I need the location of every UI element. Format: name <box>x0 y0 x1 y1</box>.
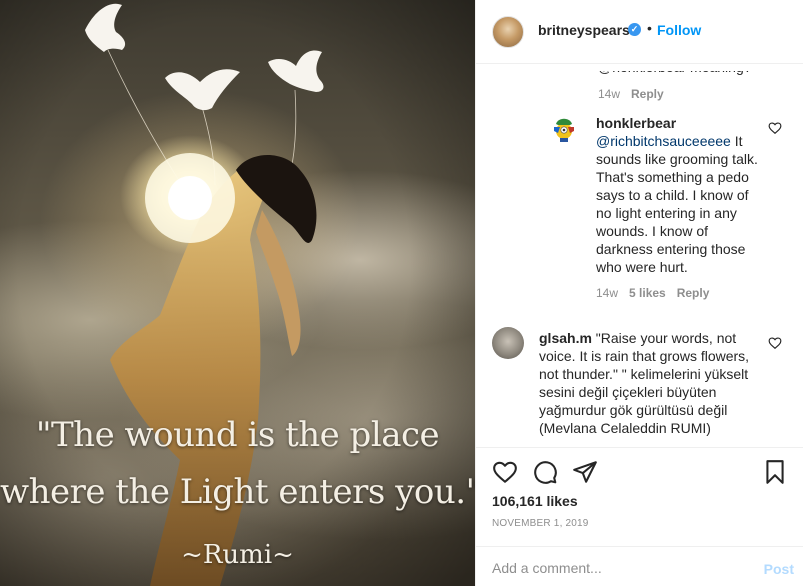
reply-button[interactable]: Reply <box>677 286 710 300</box>
comment-input[interactable] <box>492 557 742 579</box>
add-comment-bar: Post <box>476 546 803 586</box>
share-icon[interactable] <box>572 459 598 485</box>
post-button[interactable]: Post <box>764 561 794 577</box>
post-header: britneyspears ✓ • Follow <box>476 0 803 64</box>
comment-icon[interactable] <box>532 459 558 485</box>
comment-age: 14w <box>598 87 621 101</box>
comment-text: glsah.m "Raise your words, not voice. It… <box>539 329 764 437</box>
verified-badge-icon: ✓ <box>628 23 641 36</box>
post-date[interactable]: NOVEMBER 1, 2019 <box>492 518 589 529</box>
comment-text: @richbitchsauceeeee It sounds like groom… <box>596 132 766 276</box>
header-separator: • <box>647 20 652 36</box>
quote-author: ~Rumi~ <box>181 540 294 570</box>
avatar[interactable] <box>492 327 524 359</box>
partial-comment-meta: 14w Reply <box>598 87 675 101</box>
quote-line-1: "The wound is the place <box>35 415 440 455</box>
header-username[interactable]: britneyspears <box>538 22 630 38</box>
avatar[interactable] <box>548 113 580 145</box>
post-side-panel: britneyspears ✓ • Follow @honklerbear me… <box>475 0 803 586</box>
reply-button[interactable]: Reply <box>631 87 664 101</box>
avatar[interactable] <box>492 16 524 48</box>
comment-likes[interactable]: 5 likes <box>629 286 666 300</box>
like-comment-heart-icon[interactable] <box>768 336 782 350</box>
comment-body: It sounds like grooming talk. That's som… <box>596 133 758 275</box>
bookmark-icon[interactable] <box>762 459 788 485</box>
likes-count[interactable]: 106,161 likes <box>492 493 578 509</box>
partial-comment-text: @honklerbear meaning? <box>598 65 752 75</box>
follow-button[interactable]: Follow <box>657 22 701 38</box>
comments-list[interactable]: @honklerbear meaning? 14w Reply honklerbe… <box>476 65 803 447</box>
comment-username[interactable]: honklerbear <box>596 114 676 132</box>
quote-line-2: where the Light enters you." <box>0 472 475 512</box>
comment-meta: 14w 5 likes Reply <box>596 286 720 300</box>
post-image[interactable]: "The wound is the place where the Light … <box>0 0 475 586</box>
like-comment-heart-icon[interactable] <box>768 121 782 135</box>
heart-icon[interactable] <box>492 459 518 485</box>
comment-mention[interactable]: @richbitchsauceeeee <box>596 133 731 149</box>
comment-username[interactable]: glsah.m <box>539 330 592 346</box>
post-actions: 106,161 likes NOVEMBER 1, 2019 <box>476 447 803 537</box>
comment-age: 14w <box>596 286 619 300</box>
